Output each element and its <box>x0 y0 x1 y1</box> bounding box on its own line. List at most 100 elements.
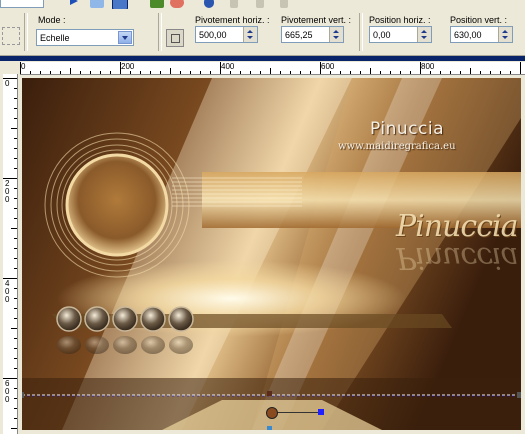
ruler-tick <box>14 188 17 189</box>
pos-v-field[interactable]: 630,00 <box>450 26 513 43</box>
top-toolbar-strip <box>0 0 525 10</box>
rotation-handle[interactable] <box>318 409 324 415</box>
spinner-icon[interactable] <box>243 27 257 42</box>
ruler-tick <box>120 62 121 74</box>
ruler-tick <box>100 71 101 74</box>
ruler-tick <box>14 208 17 209</box>
close-tool-icon[interactable] <box>256 0 264 8</box>
pause-tool-icon[interactable] <box>230 0 238 8</box>
spinner-icon[interactable] <box>498 27 512 42</box>
ruler-tick <box>80 71 81 74</box>
ruler-tick <box>14 348 17 349</box>
ruler-tick <box>14 408 17 409</box>
ruler-tick <box>14 318 17 319</box>
mode-select[interactable]: Echelle <box>36 29 134 46</box>
ruler-tick <box>180 71 181 74</box>
ruler-tick <box>11 428 17 429</box>
pivot-v-label: Pivotement vert. : <box>281 15 352 25</box>
window-frame <box>0 56 525 61</box>
ruler-tick <box>130 71 131 74</box>
ruler-tick <box>400 71 401 74</box>
misc-tool-icon[interactable] <box>280 0 288 8</box>
ruler-tick <box>14 358 17 359</box>
pos-h-value: 0,00 <box>373 30 391 40</box>
pivot-h-value: 500,00 <box>199 30 227 40</box>
ruler-tick <box>14 298 17 299</box>
ruler-tick <box>440 71 441 74</box>
signature-reflection: Pinuccia <box>396 240 521 280</box>
ruler-tick <box>430 71 431 74</box>
arrow-tool-icon[interactable] <box>70 0 78 8</box>
reset-icon[interactable] <box>166 29 184 47</box>
pivot-handle[interactable] <box>266 407 278 419</box>
spinner-icon[interactable] <box>329 27 343 42</box>
refresh-tool-icon[interactable] <box>204 0 214 8</box>
ruler-tick <box>90 71 91 74</box>
pos-h-field[interactable]: 0,00 <box>369 26 432 43</box>
ruler-tick <box>280 71 281 74</box>
ruler-tick <box>3 278 17 279</box>
ruler-tick <box>290 71 291 74</box>
ruler-tick <box>230 71 231 74</box>
pivot-v-field[interactable]: 665,25 <box>281 26 344 43</box>
ruler-tick <box>70 68 71 74</box>
ruler-tick <box>450 71 451 74</box>
pivot-h-field[interactable]: 500,00 <box>195 26 258 43</box>
ruler-tick <box>170 68 171 74</box>
ruler-tick <box>14 308 17 309</box>
stop-tool-icon[interactable] <box>170 0 184 8</box>
chevron-down-icon[interactable] <box>118 31 132 44</box>
ruler-tick <box>380 71 381 74</box>
ruler-tick <box>470 68 471 74</box>
spinner-icon[interactable] <box>417 27 431 42</box>
ruler-tick <box>50 71 51 74</box>
ruler-tick <box>14 158 17 159</box>
ruler-tick <box>250 71 251 74</box>
horizontal-ruler: 0 200 400 600 800 <box>20 62 525 75</box>
ruler-tick <box>140 71 141 74</box>
ruler-label: 2 0 0 <box>5 179 10 204</box>
ruler-tick <box>20 62 21 74</box>
mode-value: Echelle <box>40 33 70 43</box>
ruler-tick <box>14 338 17 339</box>
ruler-tick <box>40 71 41 74</box>
ruler-tick <box>11 328 17 329</box>
ruler-tick <box>14 218 17 219</box>
ruler-tick <box>520 62 521 74</box>
handle-right[interactable] <box>517 392 521 398</box>
property-bar: Mode : Echelle Pivotement horiz. : 500,0… <box>0 9 525 56</box>
blend-tool-icon[interactable] <box>90 0 104 8</box>
ruler-tick <box>370 68 371 74</box>
ruler-tick <box>11 128 17 129</box>
ruler-tick <box>14 268 17 269</box>
rotation-line <box>272 412 322 413</box>
ruler-tick <box>320 62 321 74</box>
ruler-tick <box>14 368 17 369</box>
handle-top[interactable] <box>267 391 272 396</box>
handle-left[interactable] <box>22 392 24 398</box>
ruler-tick <box>14 138 17 139</box>
ruler-label: 600 <box>321 62 335 71</box>
ruler-label: 200 <box>121 62 135 71</box>
pos-v-label: Position vert. : <box>450 15 508 25</box>
handle-bottom[interactable] <box>267 426 272 430</box>
ruler-tick <box>14 168 17 169</box>
separator <box>158 13 162 51</box>
preset-box[interactable] <box>0 0 44 8</box>
ruler-tick <box>360 71 361 74</box>
presets-icon[interactable] <box>2 27 20 45</box>
save-tool-icon[interactable] <box>150 0 164 8</box>
ruler-tick <box>260 71 261 74</box>
pos-v-value: 630,00 <box>454 30 482 40</box>
ruler-tick <box>14 88 17 89</box>
ruler-label: 6 0 0 <box>5 379 10 404</box>
ruler-tick <box>240 71 241 74</box>
ruler-tick <box>14 148 17 149</box>
ruler-tick <box>310 71 311 74</box>
pos-h-label: Position horiz. : <box>369 15 431 25</box>
ruler-tick <box>14 108 17 109</box>
signature: Pinuccia <box>396 209 519 244</box>
ruler-label: 0 <box>5 79 10 88</box>
artwork-canvas[interactable]: Pinuccia www.maidiregrafica.eu Pinuccia … <box>22 78 521 430</box>
ruler-tick <box>390 71 391 74</box>
